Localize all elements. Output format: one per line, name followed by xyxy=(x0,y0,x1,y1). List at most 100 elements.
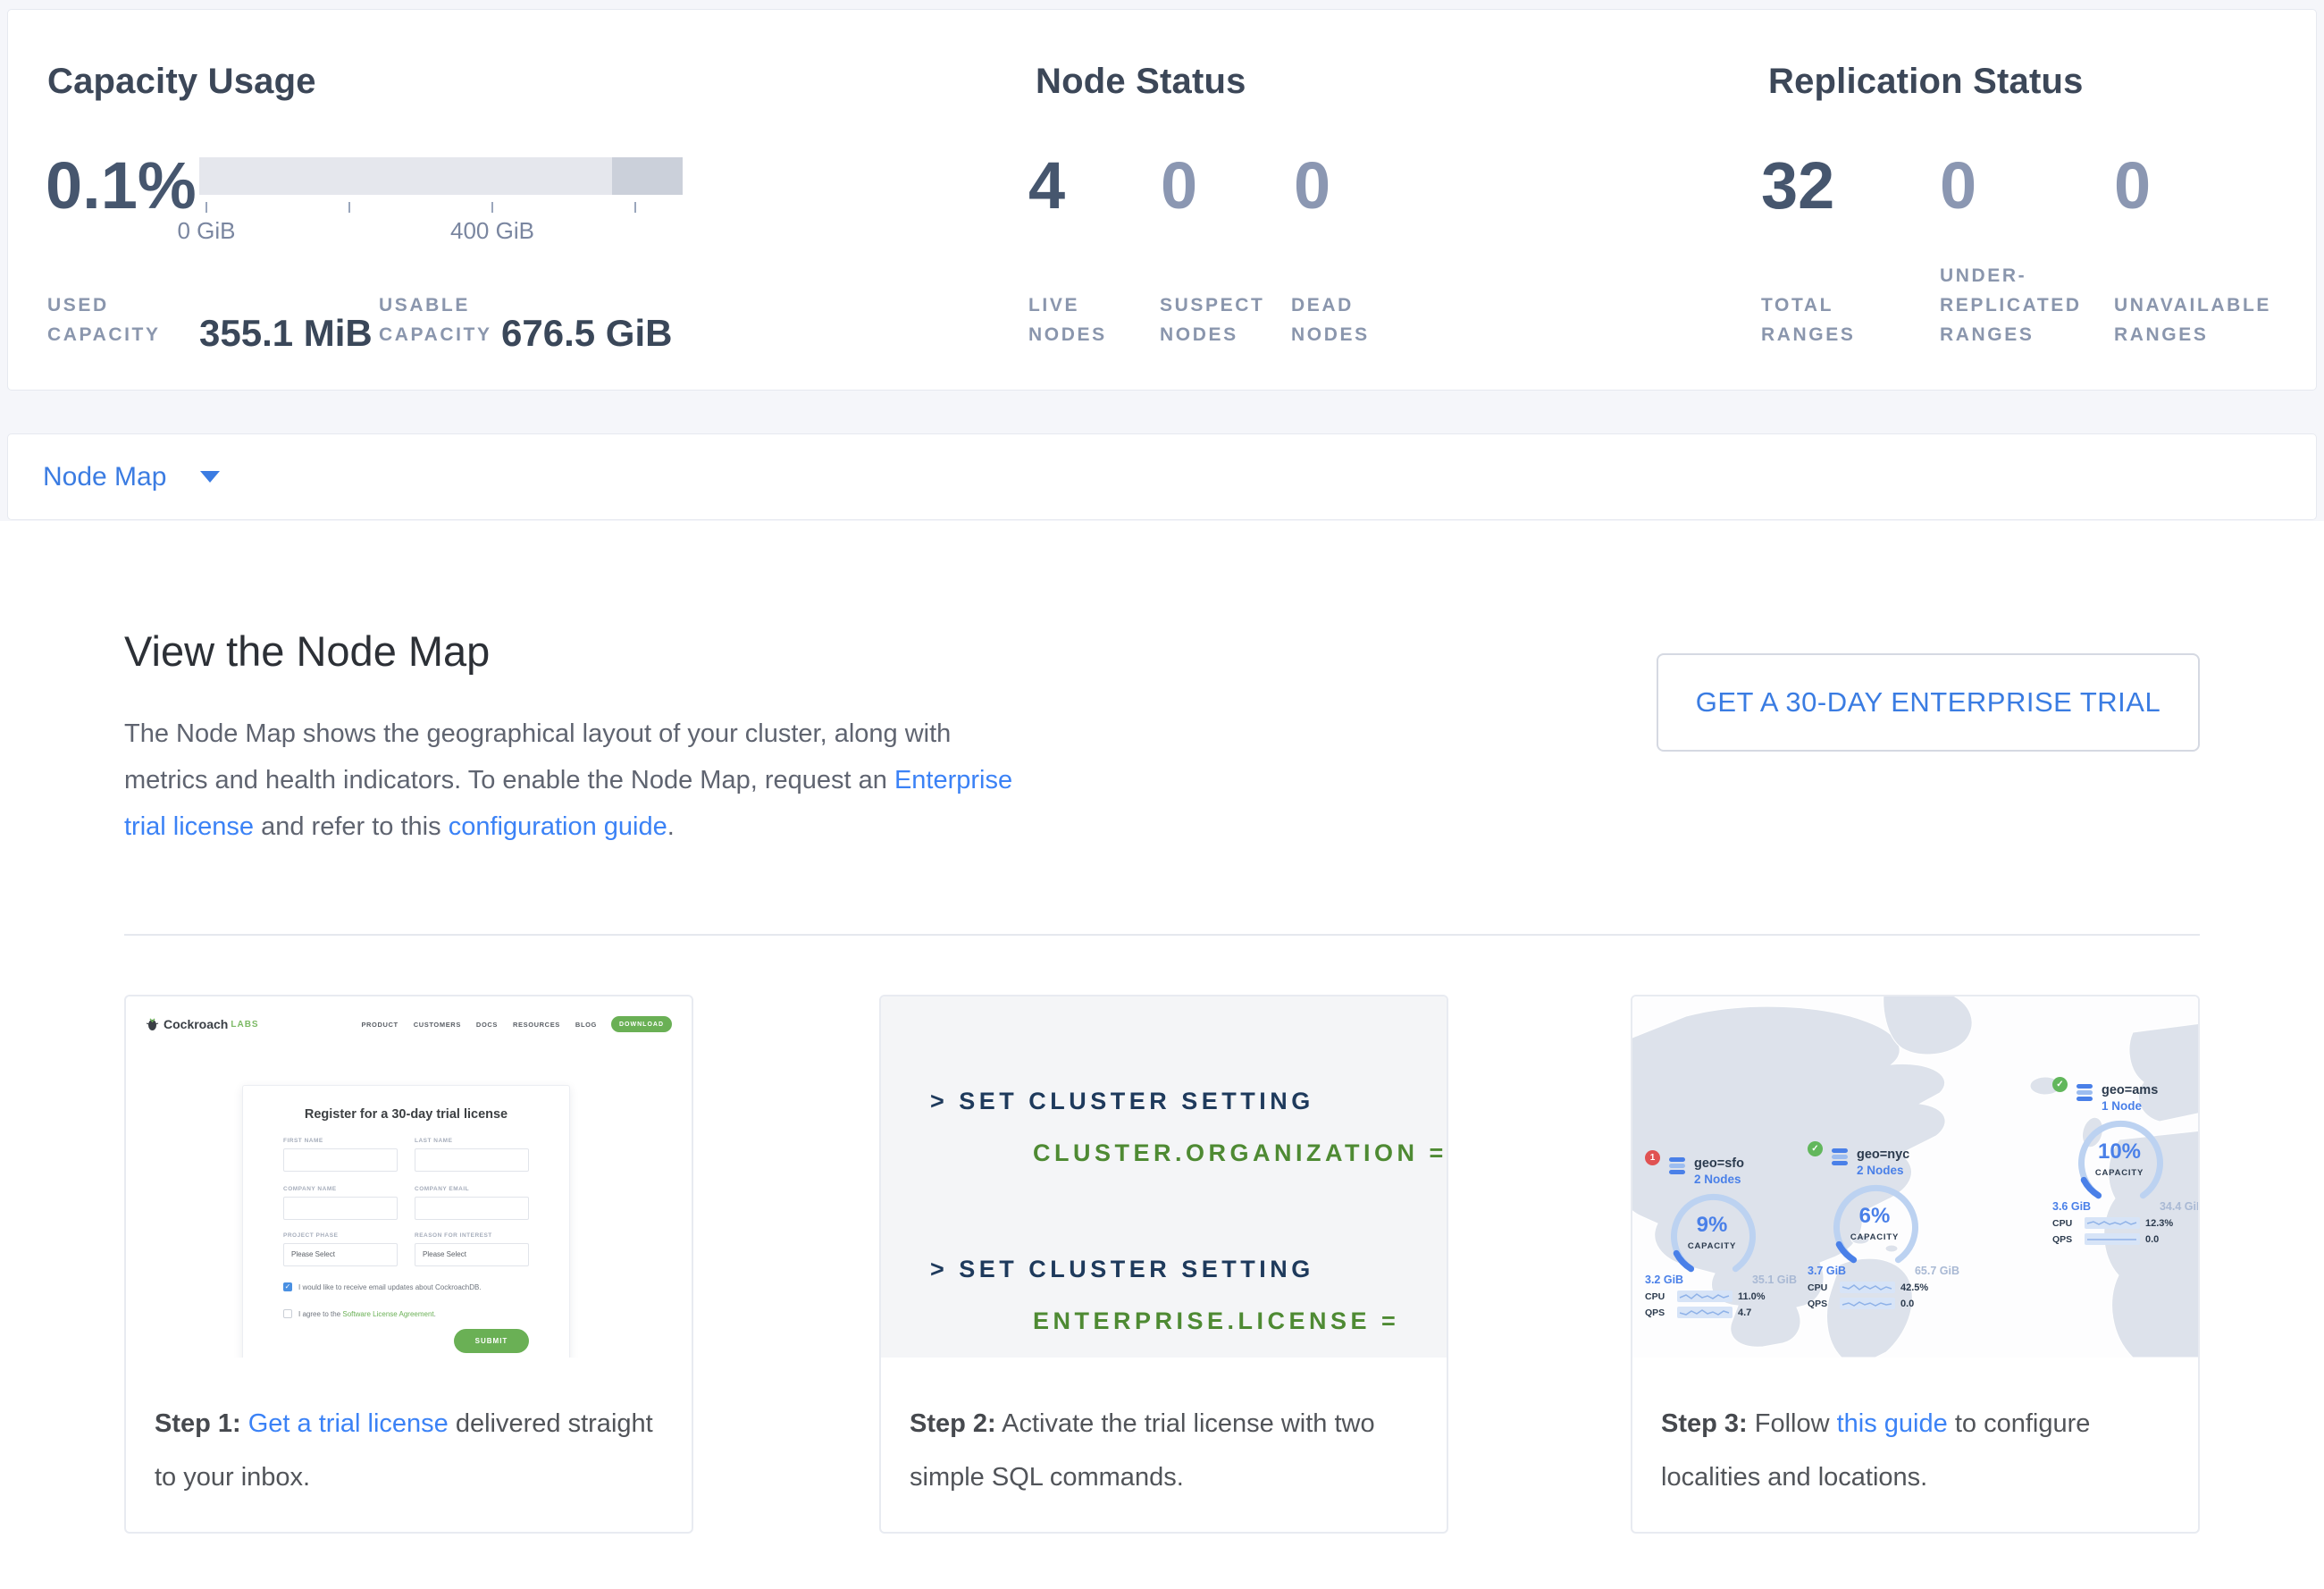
cockroach-logo-icon xyxy=(146,1017,159,1031)
axis-tick xyxy=(491,202,493,213)
field-label: LAST NAME xyxy=(415,1138,452,1144)
suspect-nodes-value: 0 xyxy=(1161,153,1197,219)
nav-item: DOCS xyxy=(476,1021,498,1029)
live-nodes-label: LIVENODES xyxy=(1028,290,1107,349)
qps-sparkline-icon xyxy=(2085,1233,2140,1245)
node-map-dropdown-bar[interactable]: Node Map xyxy=(7,433,2317,520)
capacity-gauge: 9% CAPACITY xyxy=(1645,1190,1779,1279)
suspect-nodes-label: SUSPECTNODES xyxy=(1160,290,1264,349)
logo-labs-text: LABS xyxy=(231,1020,258,1030)
nodes-stack-icon xyxy=(1830,1147,1850,1166)
trial-register-form: Register for a 30-day trial license FIRS… xyxy=(242,1085,570,1358)
cpu-sparkline-icon xyxy=(2085,1217,2140,1229)
mini-site-nav: PRODUCT CUSTOMERS DOCS RESOURCES BLOG xyxy=(361,1021,597,1029)
project-phase-select: Please Select xyxy=(283,1243,398,1266)
locality-name: geo=nyc xyxy=(1857,1148,1909,1162)
sql-arg-line: ENTERPRISE.LICENSE = xyxy=(1033,1307,1399,1335)
axis-tick xyxy=(634,202,636,213)
get-enterprise-trial-button[interactable]: GET A 30-DAY ENTERPRISE TRIAL xyxy=(1657,653,2200,752)
healthy-badge-icon: ✓ xyxy=(1808,1141,1823,1156)
locality-node-count: 2 Nodes xyxy=(1857,1164,1904,1177)
checkbox-checked-icon: ✓ xyxy=(283,1282,292,1291)
qps-sparkline-icon xyxy=(1677,1307,1733,1318)
company-email-field xyxy=(415,1197,529,1220)
get-trial-license-link[interactable]: Get a trial license xyxy=(248,1409,449,1438)
field-label: FIRST NAME xyxy=(283,1138,323,1144)
enterprise-trial-license-link[interactable]: trial license xyxy=(124,812,254,841)
node-map-dropdown-label[interactable]: Node Map xyxy=(43,462,166,492)
step2-caption: Step 2: Activate the trial license with … xyxy=(910,1397,1418,1504)
nav-item: CUSTOMERS xyxy=(414,1021,461,1029)
reason-select: Please Select xyxy=(415,1243,529,1266)
locality-node-count: 1 Node xyxy=(2102,1099,2142,1113)
locality-ams: ✓ geo=ams1 Node 10% CAPACITY 3.6 GiB34.4… xyxy=(2052,1082,2198,1245)
under-replicated-ranges-value: 0 xyxy=(1940,153,1976,219)
download-pill: DOWNLOAD xyxy=(611,1016,672,1032)
under-replicated-ranges-label: UNDER-REPLICATEDRANGES xyxy=(1940,261,2082,349)
configuration-guide-link[interactable]: configuration guide xyxy=(449,812,667,841)
field-label: COMPANY NAME xyxy=(283,1186,337,1192)
unavailable-ranges-value: 0 xyxy=(2114,153,2151,219)
live-nodes-value: 4 xyxy=(1028,153,1065,219)
nodes-stack-icon xyxy=(2075,1082,2094,1102)
step2-card: > SET CLUSTER SETTING CLUSTER.ORGANIZATI… xyxy=(879,995,1448,1534)
locality-sfo: 1 geo=sfo2 Nodes 9% CAPACITY 3.2 GiB35.1… xyxy=(1645,1156,1810,1318)
step3-card: 1 geo=sfo2 Nodes 9% CAPACITY 3.2 GiB35.1… xyxy=(1631,995,2200,1534)
node-status-title: Node Status xyxy=(1036,62,1246,102)
unavailable-ranges-label: UNAVAILABLERANGES xyxy=(2114,290,2271,349)
sql-commands-panel: > SET CLUSTER SETTING CLUSTER.ORGANIZATI… xyxy=(881,996,1447,1358)
sql-arg-line: CLUSTER.ORGANIZATION = xyxy=(1033,1139,1447,1167)
logo-text: Cockroach xyxy=(164,1017,228,1031)
sql-command-line: > SET CLUSTER SETTING xyxy=(930,1256,1314,1283)
enterprise-trial-license-link[interactable]: Enterprise xyxy=(894,766,1012,794)
software-license-agreement-link: Software License Agreement xyxy=(342,1310,433,1318)
step3-caption: Step 3: Follow this guide to configure l… xyxy=(1661,1397,2169,1504)
step1-caption: Step 1: Get a trial license delivered st… xyxy=(155,1397,663,1504)
first-name-field xyxy=(283,1148,398,1172)
replication-status-title: Replication Status xyxy=(1768,62,2084,102)
field-label: PROJECT PHASE xyxy=(283,1232,338,1239)
last-name-field xyxy=(415,1148,529,1172)
usable-capacity-value: 676.5 GiB xyxy=(501,310,672,357)
node-map-info-section: View the Node Map The Node Map shows the… xyxy=(0,521,2324,1589)
sql-command-line: > SET CLUSTER SETTING xyxy=(930,1088,1314,1115)
company-name-field xyxy=(283,1197,398,1220)
step1-card: Cockroach LABS PRODUCT CUSTOMERS DOCS RE… xyxy=(124,995,693,1534)
total-ranges-value: 32 xyxy=(1761,153,1834,219)
capacity-usage-bar xyxy=(199,157,683,195)
axis-tick xyxy=(206,202,207,213)
field-label: REASON FOR INTEREST xyxy=(415,1232,492,1239)
capacity-percent-value: 0.1% xyxy=(46,153,197,219)
dead-nodes-value: 0 xyxy=(1294,153,1330,219)
form-title: Register for a 30-day trial license xyxy=(243,1107,569,1122)
healthy-badge-icon: ✓ xyxy=(2052,1077,2068,1092)
capacity-bar-reserved-segment xyxy=(612,157,683,195)
license-agree-row: I agree to the Software License Agreemen… xyxy=(283,1309,436,1318)
nav-item: RESOURCES xyxy=(513,1021,560,1029)
nav-item: PRODUCT xyxy=(361,1021,398,1029)
cpu-sparkline-icon xyxy=(1677,1291,1733,1302)
qps-sparkline-icon xyxy=(1840,1298,1895,1309)
used-capacity-value: 355.1 MiB xyxy=(199,310,373,357)
usable-capacity-label: USABLECAPACITY xyxy=(379,290,492,349)
total-ranges-label: TOTALRANGES xyxy=(1761,290,1855,349)
locality-node-count: 2 Nodes xyxy=(1694,1173,1741,1186)
cpu-sparkline-icon xyxy=(1840,1282,1895,1293)
chevron-down-icon[interactable] xyxy=(200,471,220,483)
axis-tick-label: 400 GiB xyxy=(421,217,564,245)
cluster-overview-page: Capacity Usage 0.1% 0 GiB 400 GiB USEDCA… xyxy=(0,0,2324,1589)
this-guide-link[interactable]: this guide xyxy=(1837,1409,1948,1438)
axis-tick-label: 0 GiB xyxy=(135,217,278,245)
page-title: View the Node Map xyxy=(124,626,490,676)
capacity-gauge: 6% CAPACITY xyxy=(1808,1181,1942,1270)
optin-text: I would like to receive email updates ab… xyxy=(298,1283,482,1291)
agree-text: I agree to the Software License Agreemen… xyxy=(298,1310,436,1318)
section-divider xyxy=(124,934,2200,936)
used-capacity-label: USEDCAPACITY xyxy=(47,290,161,349)
field-label: COMPANY EMAIL xyxy=(415,1186,469,1192)
locality-name: geo=ams xyxy=(2102,1083,2158,1097)
submit-pill: SUBMIT xyxy=(454,1329,529,1353)
node-map-thumbnail: 1 geo=sfo2 Nodes 9% CAPACITY 3.2 GiB35.1… xyxy=(1632,996,2198,1358)
locality-name: geo=sfo xyxy=(1694,1156,1744,1171)
checkbox-unchecked-icon xyxy=(283,1309,292,1318)
